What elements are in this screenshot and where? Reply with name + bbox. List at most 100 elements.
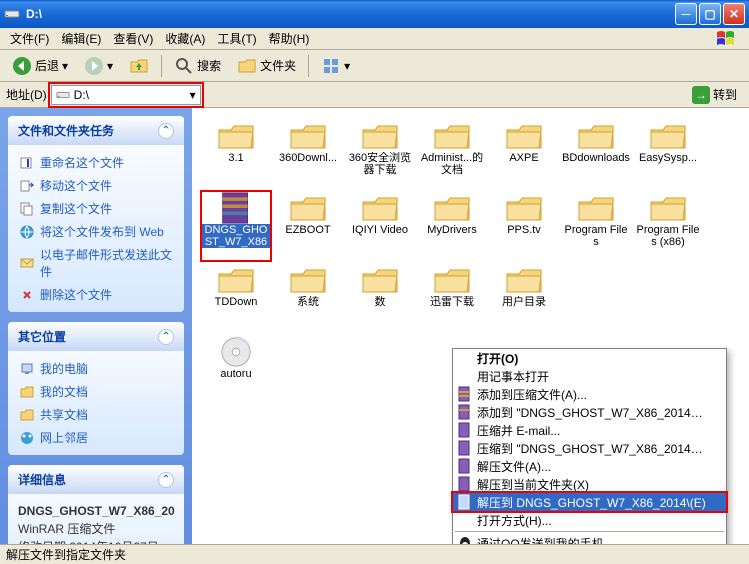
rar-icon xyxy=(457,386,473,402)
menu-view[interactable]: 查看(V) xyxy=(107,28,159,49)
file-item[interactable]: BDdownloads xyxy=(560,118,632,190)
back-icon xyxy=(12,56,32,76)
forward-icon xyxy=(84,56,104,76)
file-tasks-header[interactable]: 文件和文件夹任务 ⌃ xyxy=(8,116,184,145)
file-label: EasySysp... xyxy=(639,152,697,164)
task-email[interactable]: 以电子邮件形式发送此文件 xyxy=(16,243,176,283)
context-menu: 打开(O) 用记事本打开 添加到压缩文件(A)... 添加到 "DNGS_GHO… xyxy=(452,348,727,544)
folder-icon xyxy=(433,192,471,224)
task-move[interactable]: 移动这个文件 xyxy=(16,174,176,197)
place-my-documents[interactable]: 我的文档 xyxy=(16,380,176,403)
cm-notepad[interactable]: 用记事本打开 xyxy=(453,367,726,385)
cm-compress-to-email[interactable]: 压缩到 "DNGS_GHOST_W7_X86_2014.rar" 并 E-mai… xyxy=(453,439,726,457)
file-label: 系统 xyxy=(297,296,319,308)
file-item[interactable]: EZBOOT xyxy=(272,190,344,262)
menu-help[interactable]: 帮助(H) xyxy=(263,28,316,49)
file-item[interactable]: TDDown xyxy=(200,262,272,334)
cm-open[interactable]: 打开(O) xyxy=(453,349,726,367)
rar-icon xyxy=(457,422,473,438)
go-icon: → xyxy=(692,86,710,104)
search-icon xyxy=(174,56,194,76)
file-item[interactable]: 360安全浏览器下载 xyxy=(344,118,416,190)
file-label: autoru xyxy=(220,368,251,380)
details-header[interactable]: 详细信息 ⌃ xyxy=(8,465,184,494)
maximize-button[interactable]: ▢ xyxy=(699,3,721,25)
views-button[interactable]: ▾ xyxy=(315,54,356,78)
folders-button[interactable]: 文件夹 xyxy=(231,54,302,78)
file-label: 迅雷下载 xyxy=(430,296,474,308)
folder-icon xyxy=(505,264,543,296)
cm-extract-to[interactable]: 解压到 DNGS_GHOST_W7_X86_2014\(E) xyxy=(453,493,726,511)
file-item[interactable]: 系统 xyxy=(272,262,344,334)
cm-extract-files[interactable]: 解压文件(A)... xyxy=(453,457,726,475)
cm-add-archive[interactable]: 添加到压缩文件(A)... xyxy=(453,385,726,403)
back-button[interactable]: 后退 ▾ xyxy=(6,54,74,78)
address-input[interactable]: D:\ ▾ xyxy=(51,85,201,105)
file-item[interactable]: IQIYI Video xyxy=(344,190,416,262)
file-item[interactable]: Program Files (x86) xyxy=(632,190,704,262)
file-view[interactable]: 3.1360Downl...360安全浏览器下载Administ...的文档AX… xyxy=(192,108,749,544)
folder-icon xyxy=(361,192,399,224)
cm-qq-phone[interactable]: 通过QQ发送到我的手机 xyxy=(453,534,726,544)
task-publish-web[interactable]: 将这个文件发布到 Web xyxy=(16,220,176,243)
collapse-icon: ⌃ xyxy=(158,329,174,345)
file-item[interactable]: 360Downl... xyxy=(272,118,344,190)
drive-icon xyxy=(56,88,70,102)
rar-icon xyxy=(457,458,473,474)
statusbar: 解压文件到指定文件夹 xyxy=(0,544,749,564)
cm-compress-email[interactable]: 压缩并 E-mail... xyxy=(453,421,726,439)
menu-file[interactable]: 文件(F) xyxy=(4,28,55,49)
chevron-down-icon: ▾ xyxy=(107,59,113,73)
file-item[interactable]: 3.1 xyxy=(200,118,272,190)
cm-add-to[interactable]: 添加到 "DNGS_GHOST_W7_X86_2014.rar"(T) xyxy=(453,403,726,421)
rar-icon xyxy=(457,404,473,420)
menu-favorites[interactable]: 收藏(A) xyxy=(159,28,211,49)
folder-icon xyxy=(289,192,327,224)
other-places-header[interactable]: 其它位置 ⌃ xyxy=(8,322,184,351)
place-network[interactable]: 网上邻居 xyxy=(16,426,176,449)
file-item[interactable]: Administ...的文档 xyxy=(416,118,488,190)
file-item[interactable]: autoru xyxy=(200,334,272,406)
file-item[interactable]: EasySysp... xyxy=(632,118,704,190)
chevron-down-icon: ▾ xyxy=(344,59,350,73)
file-item[interactable]: 数 xyxy=(344,262,416,334)
file-item[interactable]: Program Files xyxy=(560,190,632,262)
minimize-button[interactable]: ─ xyxy=(675,3,697,25)
move-icon xyxy=(20,179,34,193)
cm-open-with[interactable]: 打开方式(H)... xyxy=(453,511,726,529)
search-button[interactable]: 搜索 xyxy=(168,54,227,78)
views-icon xyxy=(321,56,341,76)
menu-tools[interactable]: 工具(T) xyxy=(211,28,262,49)
web-icon xyxy=(20,225,34,239)
close-button[interactable]: ✕ xyxy=(723,3,745,25)
file-label: Administ...的文档 xyxy=(418,152,486,176)
computer-icon xyxy=(20,362,34,376)
place-my-computer[interactable]: 我的电脑 xyxy=(16,357,176,380)
file-item[interactable]: DNGS_GHOST_W7_X86_2014.is xyxy=(200,190,272,262)
folder-icon xyxy=(505,120,543,152)
folder-icon xyxy=(433,120,471,152)
task-rename[interactable]: 重命名这个文件 xyxy=(16,151,176,174)
other-places-group: 其它位置 ⌃ 我的电脑 我的文档 共享文档 网上邻居 xyxy=(8,322,184,455)
file-item[interactable]: MyDrivers xyxy=(416,190,488,262)
file-item[interactable]: AXPE xyxy=(488,118,560,190)
chevron-down-icon[interactable]: ▾ xyxy=(190,88,196,102)
cm-extract-here[interactable]: 解压到当前文件夹(X) xyxy=(453,475,726,493)
network-icon xyxy=(20,431,34,445)
task-delete[interactable]: 删除这个文件 xyxy=(16,283,176,306)
go-button[interactable]: → 转到 xyxy=(686,84,743,106)
file-label: MyDrivers xyxy=(427,224,477,236)
menu-edit[interactable]: 编辑(E) xyxy=(55,28,107,49)
file-item[interactable]: 迅雷下载 xyxy=(416,262,488,334)
file-label: IQIYI Video xyxy=(352,224,408,236)
file-item[interactable]: 用户目录 xyxy=(488,262,560,334)
copy-icon xyxy=(20,202,34,216)
place-shared-docs[interactable]: 共享文档 xyxy=(16,403,176,426)
up-button[interactable] xyxy=(123,54,155,78)
file-label: BDdownloads xyxy=(562,152,630,164)
folder-icon xyxy=(433,264,471,296)
file-item[interactable]: PPS.tv xyxy=(488,190,560,262)
detail-type: WinRAR 压缩文件 xyxy=(18,520,174,538)
forward-button[interactable]: ▾ xyxy=(78,54,119,78)
task-copy[interactable]: 复制这个文件 xyxy=(16,197,176,220)
